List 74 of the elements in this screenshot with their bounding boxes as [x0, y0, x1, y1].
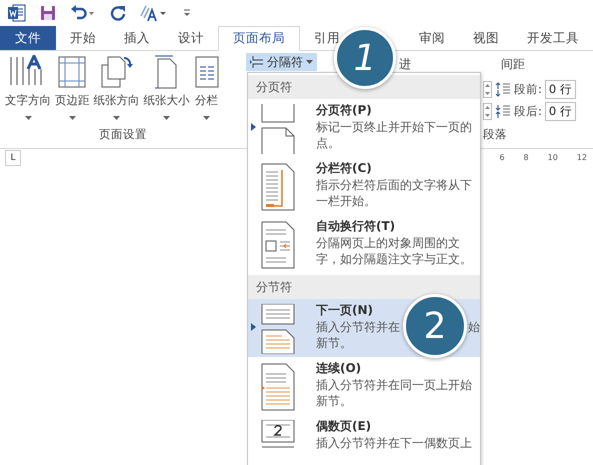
ribbon-tab[interactable]: 设计: [164, 26, 218, 50]
menu-item-description: 新节。: [316, 336, 352, 350]
menu-item-title: 分页符(P): [316, 102, 372, 118]
menu-item[interactable]: 偶数页(E) 插入分节符并在下一偶数页上: [248, 415, 480, 465]
ribbon-tab[interactable]: 开发工具: [513, 26, 593, 50]
ruler-number: 6: [499, 153, 505, 162]
spacing-field-label: 段前:: [514, 82, 542, 96]
page-break-icon: [250, 55, 264, 69]
ruler-number: 8: [524, 153, 529, 162]
triangle-marker-icon: [251, 323, 256, 331]
group-label: 段落: [483, 127, 508, 142]
menu-item[interactable]: 连续(O) 插入分节符并在同一页上开始新节。: [248, 357, 480, 415]
menu-item-description: 插入分节符并在下一偶数页上: [316, 435, 473, 451]
page-break-icon: [260, 104, 296, 154]
menu-section-heading: 分节符: [248, 275, 480, 299]
redo-icon[interactable]: [110, 5, 126, 21]
text-wrapping-break-icon: [260, 220, 296, 270]
caret-icon: [203, 116, 210, 120]
spacing-field-label: 段后:: [514, 104, 542, 118]
tab-selector[interactable]: L: [5, 150, 21, 166]
word-logo-icon[interactable]: [8, 4, 26, 22]
caret-icon: [113, 116, 120, 120]
caret-icon: [68, 116, 76, 120]
ruler-number: 10: [548, 153, 558, 162]
menu-item-description: 标记一页终止并开始下一页的点。: [316, 119, 473, 151]
save-icon[interactable]: [40, 5, 56, 21]
breaks-button[interactable]: 分隔符: [246, 53, 317, 71]
menu-item-description: 插入分节符并在同一页上开始新节。: [316, 377, 473, 409]
page-orientation-icon: [100, 55, 134, 89]
ribbon-tab[interactable]: 开始: [56, 26, 110, 50]
spinner-arrows-icon[interactable]: [483, 80, 492, 98]
ruler-number: 12: [576, 153, 587, 162]
file-tab[interactable]: 文件: [0, 26, 56, 50]
ribbon-button[interactable]: 纸张方向: [92, 55, 140, 120]
spinner-arrows-icon[interactable]: [483, 102, 492, 120]
triangle-marker-icon: [251, 123, 256, 131]
ribbon-button[interactable]: 纸张大小: [142, 55, 190, 120]
menu-item-title: 自动换行符(T): [316, 218, 396, 234]
continuous-section-icon: [260, 362, 296, 412]
ribbon-button[interactable]: 页边距: [54, 55, 90, 120]
indent-label: 进: [399, 56, 411, 73]
menu-item-title: 连续(O): [316, 360, 362, 376]
undo-icon[interactable]: [70, 5, 96, 21]
menu-item-description: 插入分节符并在: [316, 319, 400, 335]
menu-item[interactable]: 分栏符(C) 指示分栏符后面的文字将从下一栏开始。: [248, 157, 480, 215]
line-spacing-icon: [495, 103, 511, 119]
ribbon-tab[interactable]: 审阅: [405, 26, 459, 50]
column-break-icon: [260, 162, 296, 212]
caret-icon: [163, 116, 170, 120]
menu-item-title: 下一页(N): [316, 302, 374, 318]
menu-item-description: 指示分栏符后面的文字将从下一栏开始。: [316, 177, 473, 209]
spacing-input[interactable]: 0 行: [544, 102, 576, 120]
spacing-label: 间距: [501, 56, 526, 73]
columns-icon: [194, 55, 220, 89]
line-spacing-icon: [495, 81, 511, 97]
next-page-icon: [260, 304, 296, 354]
ribbon-button[interactable]: 文字方向: [4, 55, 52, 120]
menu-item-description: 始: [468, 319, 480, 335]
menu-item[interactable]: 分页符(P) 标记一页终止并开始下一页的点。: [248, 99, 480, 157]
menu-item-title: 分栏符(C): [316, 160, 372, 176]
spacing-input[interactable]: 0 行: [544, 80, 576, 98]
caret-icon: [24, 116, 32, 120]
caret-icon: [306, 60, 313, 64]
group-label: 页面设置: [99, 127, 147, 142]
ribbon-tab[interactable]: 插入: [110, 26, 164, 50]
ribbon-tab[interactable]: 视图: [459, 26, 513, 50]
menu-item-title: 偶数页(E): [316, 418, 372, 434]
menu-item-description: 分隔网页上的对象周围的文字，如分隔题注文字与正文。: [316, 235, 473, 267]
menu-section-heading: 分页符: [248, 75, 480, 99]
customize-icon[interactable]: [182, 7, 192, 19]
ribbon-button[interactable]: 分栏: [192, 55, 220, 120]
margins-icon: [57, 55, 88, 89]
menu-item[interactable]: 自动换行符(T) 分隔网页上的对象周围的文字，如分隔题注文字与正文。: [248, 215, 480, 273]
ribbon-tab[interactable]: 页面布局: [218, 26, 300, 51]
